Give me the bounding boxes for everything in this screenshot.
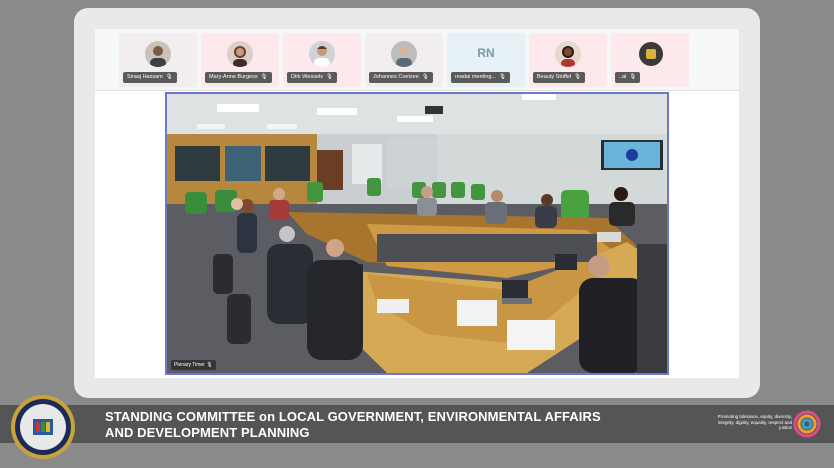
committee-room-image [167,94,667,373]
emblem-icon [639,42,663,66]
participant-name-label: Siraaj Hassam 🎙 [123,72,177,83]
tagline: Promoting tolerance, equity, diversity, … [717,414,792,430]
participant-name-label: Mary-Anne Burgess 🎙 [205,72,272,83]
participant-strip: Siraaj Hassam 🎙 Mary-Anne Burgess 🎙 Dirk W… [95,29,739,91]
meeting-canvas: Siraaj Hassam 🎙 Mary-Anne Burgess 🎙 Dirk W… [95,29,739,378]
participant-tile[interactable]: ..al 🎙 [611,33,689,87]
participant-name: readai meeting... [455,74,496,80]
mic-icon: 🎙 [260,74,268,80]
mic-icon: 🎙 [326,74,333,80]
video-label: Plenary Timer 🎙 [171,360,216,370]
participant-name-label: ..al 🎙 [615,72,641,83]
participant-name-label: Johannes Coetzee 🎙 [369,72,433,83]
mic-icon: 🎙 [421,74,429,80]
participant-name: Siraaj Hassam [127,74,163,80]
participant-name-label: Dirk Wessels 🎙 [287,72,337,83]
participant-tile[interactable]: Mary-Anne Burgess 🎙 [201,33,279,87]
mic-icon: 🎙 [165,74,173,80]
participant-name-label: Beauty Stoffel 🎙 [533,72,586,83]
rings-logo-icon [793,410,821,438]
participant-tile[interactable]: Beauty Stoffel 🎙 [529,33,607,87]
participant-name: ..al [619,74,627,80]
participant-tile[interactable]: RN readai meeting... 🎙 [447,33,525,87]
participant-name-label: readai meeting... 🎙 [451,72,510,83]
parliament-seal-icon [11,395,75,459]
mic-icon: 🎙 [629,74,637,80]
participant-name: Mary-Anne Burgess [209,74,258,80]
participant-name: Johannes Coetzee [373,74,419,80]
participant-tile[interactable]: Johannes Coetzee 🎙 [365,33,443,87]
participant-avatar [227,41,253,67]
participant-avatar [391,41,417,67]
committee-title-line2: AND DEVELOPMENT PLANNING [105,425,310,440]
participant-initials: RN [477,46,495,60]
committee-title: STANDING COMMITTEE on LOCAL GOVERNMENT, … [105,409,601,441]
participant-name: Dirk Wessels [291,74,323,80]
participant-tile[interactable]: Siraaj Hassam 🎙 [119,33,197,87]
committee-title-line1: STANDING COMMITTEE on LOCAL GOVERNMENT, … [105,409,601,424]
video-label-text: Plenary Timer [174,362,205,368]
meeting-window: Siraaj Hassam 🎙 Mary-Anne Burgess 🎙 Dirk W… [74,8,760,398]
participant-avatar [555,41,581,67]
participant-tile[interactable]: Dirk Wessels 🎙 [283,33,361,87]
participant-avatar [309,41,335,67]
mic-icon: 🎙 [206,362,213,368]
participant-avatar [145,41,171,67]
participant-name: Beauty Stoffel [537,74,572,80]
mic-icon: 🎙 [574,74,582,80]
mic-icon: 🎙 [498,74,506,80]
main-video[interactable]: Plenary Timer 🎙 [165,92,669,375]
